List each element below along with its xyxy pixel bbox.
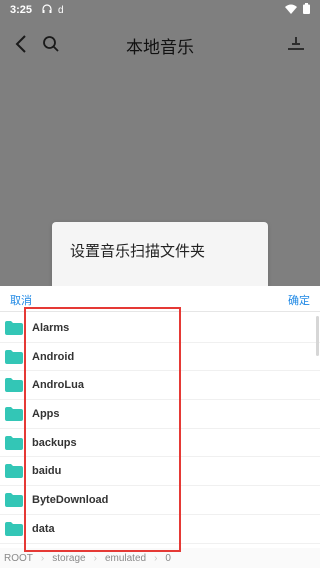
folder-icon (5, 492, 23, 507)
folder-icon (5, 378, 23, 393)
wifi-icon (285, 4, 297, 17)
breadcrumb-root[interactable]: ROOT (4, 553, 33, 564)
confirm-button[interactable]: 确定 (288, 292, 310, 308)
list-scrollbar[interactable] (316, 316, 319, 356)
headset-icon (42, 3, 52, 17)
cancel-button[interactable]: 取消 (10, 292, 32, 308)
tiktok-icon: d (58, 4, 64, 16)
breadcrumb-separator: › (40, 552, 45, 564)
folder-icon (5, 349, 23, 364)
status-time: 3:25 (10, 4, 33, 16)
status-bar: 3:25 d (0, 0, 320, 20)
breadcrumb-zero[interactable]: 0 (165, 553, 171, 564)
sort-icon[interactable] (288, 37, 304, 56)
breadcrumb-storage[interactable]: storage (52, 553, 85, 564)
dialog-title: 设置音乐扫描文件夹 (70, 242, 206, 260)
folder-icon (5, 435, 23, 450)
page-title: 本地音乐 (126, 37, 194, 58)
folder-icon (5, 521, 23, 536)
battery-icon (303, 3, 310, 17)
top-toolbar: 本地音乐 (0, 20, 320, 70)
breadcrumb-emulated[interactable]: emulated (105, 553, 146, 564)
status-icons (285, 3, 310, 17)
folder-icon (5, 406, 23, 421)
folder-icon (5, 464, 23, 479)
breadcrumb-separator: › (93, 552, 97, 564)
highlight-box (24, 307, 181, 552)
folder-icon (5, 320, 23, 335)
breadcrumb-separator: › (154, 552, 158, 564)
